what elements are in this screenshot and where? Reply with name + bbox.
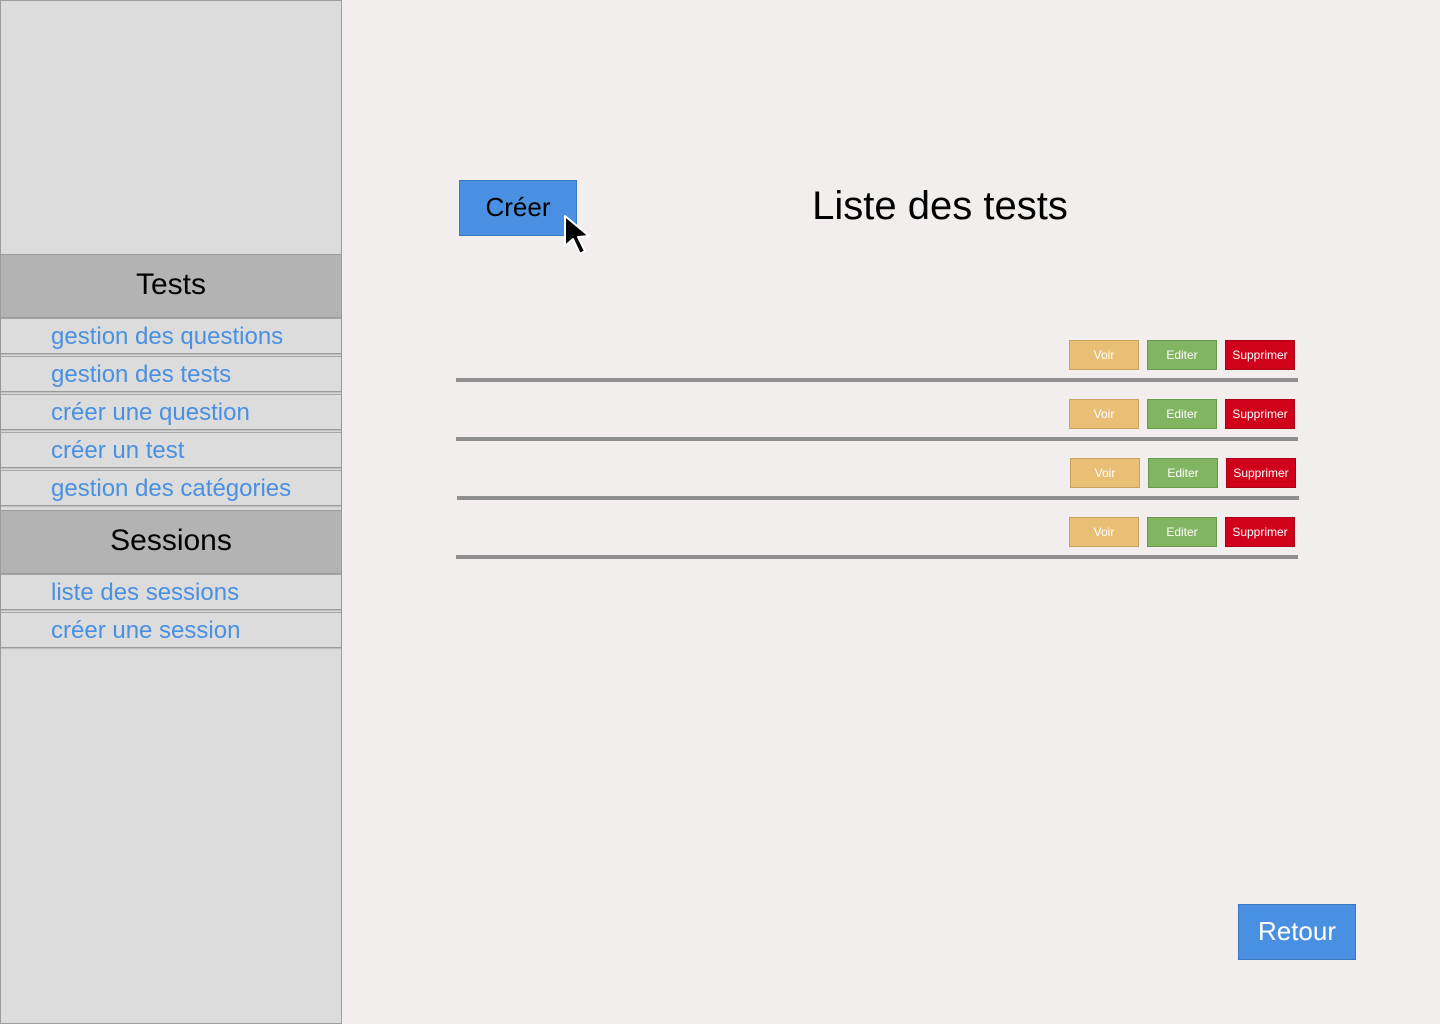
edit-button[interactable]: Editer [1147, 517, 1217, 547]
edit-button[interactable]: Editer [1147, 399, 1217, 429]
edit-button[interactable]: Editer [1147, 340, 1217, 370]
sidebar-section-tests: Tests [1, 254, 341, 318]
page: Tests gestion des questions gestion des … [0, 0, 1440, 1024]
delete-button[interactable]: Supprimer [1225, 340, 1295, 370]
sidebar: Tests gestion des questions gestion des … [0, 0, 342, 1024]
page-title: Liste des tests [812, 184, 1068, 228]
sidebar-section-sessions: Sessions [1, 510, 341, 574]
row-divider [457, 496, 1299, 500]
row-divider [456, 555, 1298, 559]
mouse-pointer-icon [564, 215, 590, 255]
row-divider [456, 437, 1298, 441]
test-row: Voir Editer Supprimer [456, 501, 1298, 559]
view-button[interactable]: Voir [1069, 517, 1139, 547]
view-button[interactable]: Voir [1069, 399, 1139, 429]
sidebar-item-liste-des-sessions[interactable]: liste des sessions [1, 574, 341, 610]
test-row: Voir Editer Supprimer [457, 442, 1299, 500]
sidebar-item-creer-une-question[interactable]: créer une question [1, 394, 341, 430]
sidebar-item-creer-une-session[interactable]: créer une session [1, 612, 341, 648]
view-button[interactable]: Voir [1069, 340, 1139, 370]
delete-button[interactable]: Supprimer [1226, 458, 1296, 488]
test-row: Voir Editer Supprimer [456, 383, 1298, 441]
sidebar-item-creer-un-test[interactable]: créer un test [1, 432, 341, 468]
sidebar-item-gestion-des-questions[interactable]: gestion des questions [1, 318, 341, 354]
back-button[interactable]: Retour [1238, 904, 1356, 960]
row-divider [456, 378, 1298, 382]
delete-button[interactable]: Supprimer [1225, 399, 1295, 429]
delete-button[interactable]: Supprimer [1225, 517, 1295, 547]
test-row: Voir Editer Supprimer [456, 324, 1298, 382]
view-button[interactable]: Voir [1070, 458, 1140, 488]
edit-button[interactable]: Editer [1148, 458, 1218, 488]
create-button[interactable]: Créer [459, 180, 577, 236]
sidebar-item-gestion-des-categories[interactable]: gestion des catégories [1, 470, 341, 506]
sidebar-item-gestion-des-tests[interactable]: gestion des tests [1, 356, 341, 392]
